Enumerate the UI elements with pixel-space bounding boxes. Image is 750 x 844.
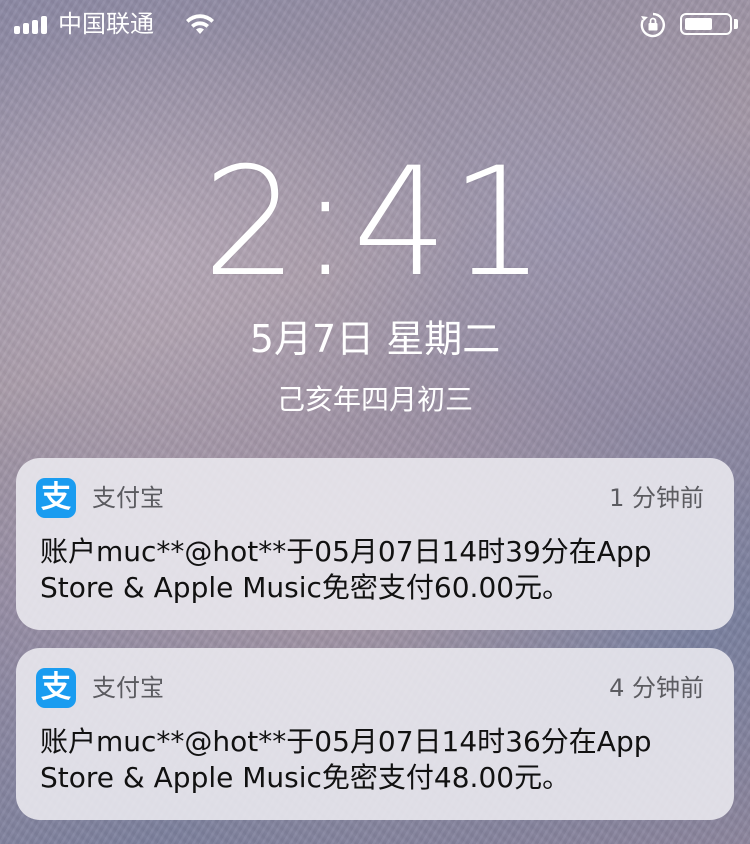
lock-screen-date: 5月7日 星期二 (249, 317, 501, 361)
notification-app-name: 支付宝 (92, 674, 164, 702)
lock-screen-clock: 2:41 (202, 136, 548, 310)
notification-app-name: 支付宝 (92, 484, 164, 512)
status-bar: 中国联通 (0, 0, 750, 48)
signal-strength-icon (14, 16, 47, 34)
alipay-icon: 支 (36, 478, 76, 518)
notification-body: 账户muc**@hot**于05月07日14时36分在App Store & A… (40, 725, 652, 794)
notification-time: 1 分钟前 (609, 484, 704, 512)
battery-terminal (734, 19, 738, 29)
battery-icon (680, 13, 732, 35)
alipay-icon: 支 (36, 668, 76, 708)
battery-level (685, 18, 712, 30)
wifi-icon (184, 12, 216, 40)
notification-body: 账户muc**@hot**于05月07日14时39分在App Store & A… (40, 535, 652, 604)
notification-card[interactable]: 支 支付宝 1 分钟前 账户muc**@hot**于05月07日14时39分在A… (16, 458, 734, 630)
carrier-name: 中国联通 (58, 10, 154, 38)
notification-time: 4 分钟前 (609, 674, 704, 702)
lunar-date: 己亥年四月初三 (276, 383, 473, 416)
rotation-lock-icon (640, 12, 666, 42)
notification-card[interactable]: 支 支付宝 4 分钟前 账户muc**@hot**于05月07日14时36分在A… (16, 648, 734, 820)
